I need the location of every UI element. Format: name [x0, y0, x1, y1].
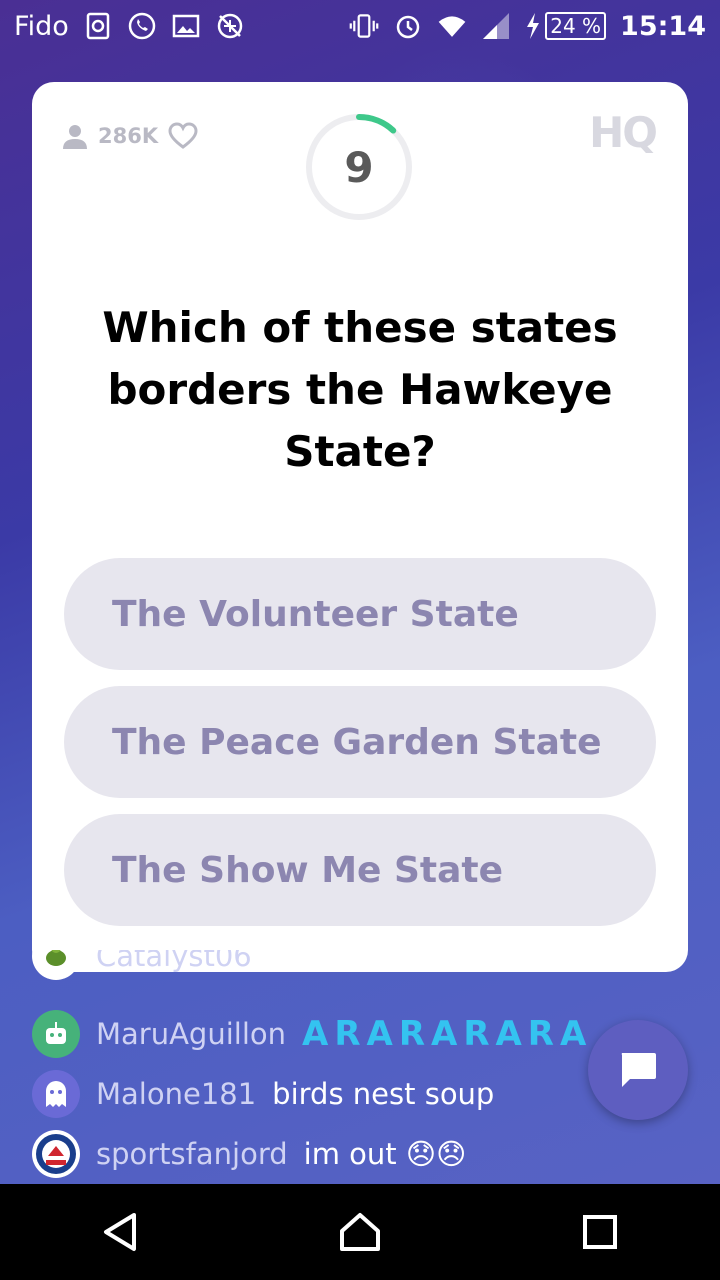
viewer-count-row: 286K — [62, 122, 198, 150]
signal-icon — [481, 11, 511, 41]
countdown-timer: 9 — [304, 112, 414, 222]
chat-username: sportsfanjord — [96, 1137, 288, 1171]
chat-message: MaruAguillon ARARARARA — [32, 1010, 592, 1058]
answer-option-1[interactable]: The Volunteer State — [64, 558, 656, 670]
whatsapp-icon — [127, 11, 157, 41]
battery-indicator: 24 % — [525, 12, 607, 40]
battery-percent: 24 % — [545, 12, 607, 40]
back-button[interactable] — [90, 1202, 150, 1262]
chat-username: MaruAguillon — [96, 1017, 287, 1051]
chat-username: Catalyst06 — [96, 950, 252, 973]
data-saver-icon — [83, 11, 113, 41]
toronto-avatar — [32, 1130, 80, 1178]
chat-username: Malone181 — [96, 1077, 257, 1111]
chat-text: basura — [267, 950, 368, 973]
chat-bubble-icon — [621, 1053, 656, 1087]
clock: 15:14 — [620, 10, 706, 42]
question-card: 286K 9 HQ Which of these states borders … — [32, 82, 688, 972]
ghost-avatar — [32, 1070, 80, 1118]
chat-message: sportsfanjord im out 😞😞 — [32, 1130, 466, 1178]
no-sync-icon — [215, 11, 245, 41]
image-icon — [171, 11, 201, 41]
system-nav-bar — [0, 1184, 720, 1280]
turtle-avatar — [32, 950, 80, 980]
answer-option-2[interactable]: The Peace Garden State — [64, 686, 656, 798]
chat-text: im out 😞😞 — [303, 1137, 467, 1171]
heart-icon[interactable] — [168, 122, 198, 150]
chat-text: ARARARARA — [302, 1014, 593, 1054]
person-icon — [63, 125, 87, 149]
home-icon — [340, 1213, 380, 1251]
question-text: Which of these states borders the Hawkey… — [102, 303, 618, 476]
chat-message: Malone181 birds nest soup — [32, 1070, 494, 1118]
timer-seconds: 9 — [344, 142, 374, 192]
alarm-icon — [393, 11, 423, 41]
chat-button[interactable] — [588, 1020, 688, 1120]
back-triangle-icon — [104, 1213, 136, 1251]
answer-option-3[interactable]: The Show Me State — [64, 814, 656, 926]
vibrate-icon — [349, 11, 379, 41]
home-button[interactable] — [330, 1202, 390, 1262]
chat-text: birds nest soup — [272, 1077, 495, 1111]
wifi-icon — [437, 11, 467, 41]
status-bar: Fido 24 % 15:14 — [0, 0, 720, 52]
viewer-count: 286K — [98, 124, 159, 148]
carrier-name: Fido — [14, 10, 69, 42]
charging-icon — [527, 13, 540, 39]
hq-logo: HQ — [589, 108, 658, 157]
recents-square-icon — [583, 1215, 617, 1249]
recents-button[interactable] — [570, 1202, 630, 1262]
chat-message: Catalyst06 basura — [32, 950, 367, 980]
robot-avatar — [32, 1010, 80, 1058]
